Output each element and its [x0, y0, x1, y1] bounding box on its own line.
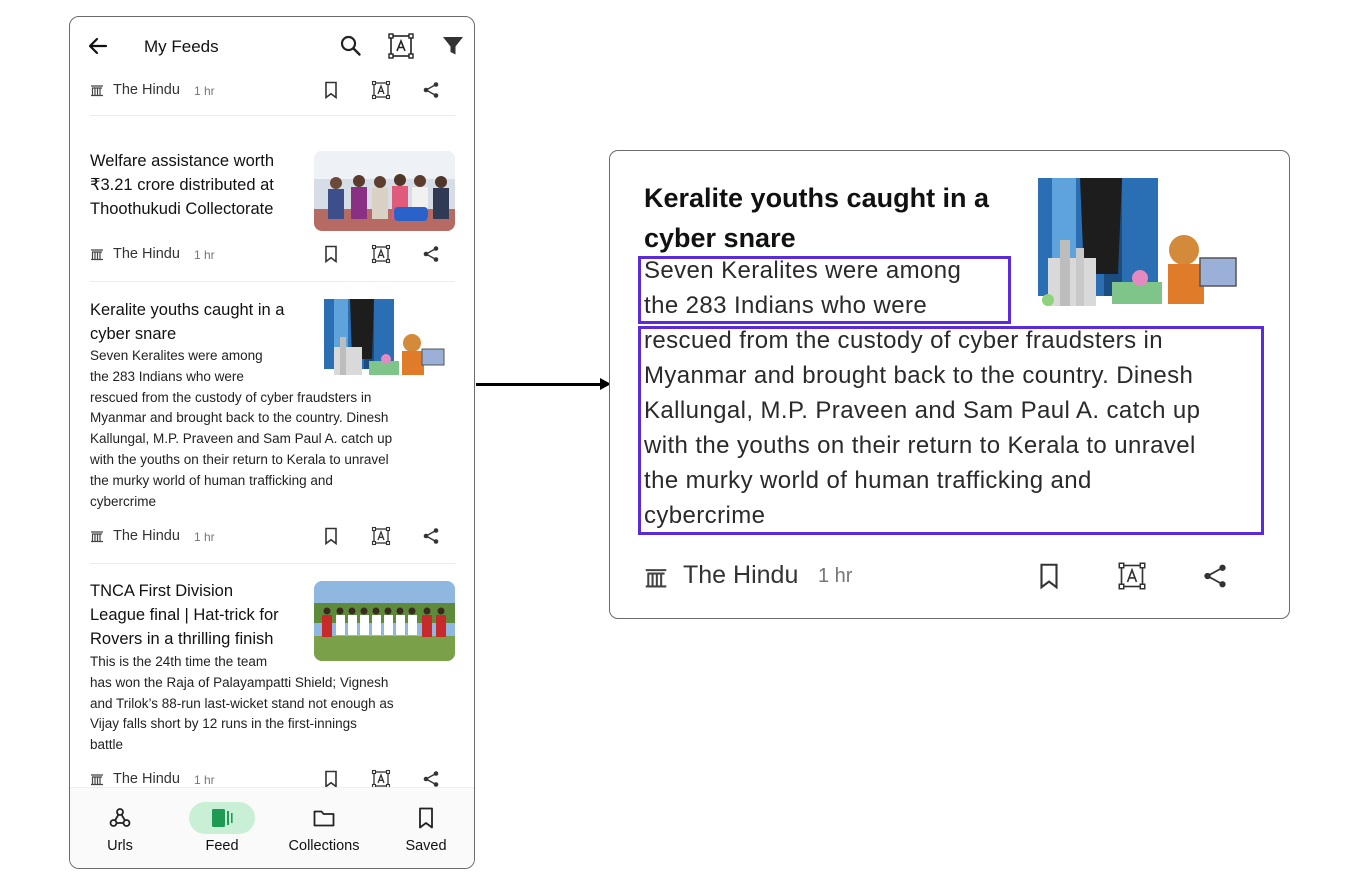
nav-item-collections[interactable]: Collections: [274, 788, 374, 868]
timestamp: 1 hr: [194, 773, 215, 787]
newspaper-source-icon: [91, 774, 103, 786]
share-icon[interactable]: [421, 80, 441, 100]
source-name: The Hindu: [113, 82, 180, 98]
nav-label: Saved: [405, 838, 447, 854]
divider: [90, 115, 455, 116]
article-headline[interactable]: Keralite youths caught in a cyber snare: [90, 298, 305, 346]
callout-arrow-line: [476, 383, 601, 386]
filter-icon[interactable]: [440, 33, 466, 59]
text-scan-icon[interactable]: [371, 244, 391, 264]
timestamp: 1 hr: [194, 84, 215, 98]
share-icon[interactable]: [421, 526, 441, 546]
nav-item-urls[interactable]: Urls: [70, 788, 170, 868]
feed-item-meta: The Hindu 1 hr: [90, 525, 440, 549]
text-scan-icon[interactable]: [371, 80, 391, 100]
nav-item-feed[interactable]: Feed: [172, 788, 272, 868]
share-icon[interactable]: [421, 769, 441, 789]
highlight-box-wrapped-text: [638, 256, 1011, 324]
article-thumbnail[interactable]: [314, 581, 455, 661]
article-headline[interactable]: TNCA First Division League final | Hat-t…: [90, 579, 305, 651]
article-headline[interactable]: Welfare assistance worth ₹3.21 crore dis…: [90, 149, 305, 221]
page-title: My Feeds: [144, 37, 219, 56]
text-scan-icon[interactable]: [388, 33, 414, 59]
zoomed-article-card: Keralite youths caught in a cyber snare …: [609, 150, 1290, 619]
share-icon[interactable]: [1200, 561, 1230, 591]
bookmark-icon: [419, 807, 433, 829]
nav-label: Collections: [288, 838, 360, 854]
source-name: The Hindu: [113, 246, 180, 262]
divider: [90, 563, 455, 564]
text-scan-icon[interactable]: [1117, 561, 1147, 591]
newspaper-source-icon: [645, 569, 667, 588]
feed-item-meta: The Hindu 1 hr: [90, 79, 440, 103]
text-scan-icon[interactable]: [371, 769, 391, 789]
feed-list: The Hindu 1 hr Welfare assistance worth …: [70, 75, 474, 791]
phone-screen: My Feeds The Hindu 1 hr Welfare assistan…: [69, 16, 475, 869]
nav-label: Urls: [107, 838, 133, 854]
source-name: The Hindu: [113, 771, 180, 787]
newspaper-source-icon: [91, 249, 103, 261]
search-icon[interactable]: [338, 33, 364, 59]
webhook-icon: [109, 808, 131, 827]
back-arrow-icon[interactable]: [86, 34, 110, 58]
zoomed-headline: Keralite youths caught in a cyber snare: [644, 183, 990, 253]
bookmark-icon[interactable]: [1034, 561, 1064, 591]
article-thumbnail[interactable]: [314, 299, 455, 379]
newspaper-source-icon: [91, 85, 103, 97]
zoomed-thumbnail: [1018, 178, 1256, 311]
feed-item-meta: The Hindu 1 hr: [90, 243, 440, 267]
nav-item-saved[interactable]: Saved: [376, 788, 474, 868]
timestamp: 1 hr: [194, 248, 215, 262]
divider: [90, 281, 455, 282]
source-name: The Hindu: [113, 528, 180, 544]
highlight-box-full-width-text: [638, 326, 1264, 535]
article-summary: This is the 24th time the team has won t…: [90, 654, 394, 753]
timestamp: 1 hr: [194, 530, 215, 544]
timestamp: 1 hr: [818, 565, 853, 587]
text-scan-icon[interactable]: [371, 526, 391, 546]
nav-label: Feed: [205, 838, 239, 854]
bookmark-icon[interactable]: [321, 526, 341, 546]
feed-icon: [212, 809, 233, 827]
bookmark-icon[interactable]: [321, 769, 341, 789]
bottom-navigation: Urls Feed Collections Saved: [70, 787, 474, 868]
top-app-bar: My Feeds: [70, 17, 474, 75]
folder-icon: [313, 810, 335, 827]
newspaper-source-icon: [91, 531, 103, 543]
bookmark-icon[interactable]: [321, 244, 341, 264]
source-name: The Hindu: [683, 561, 799, 589]
bookmark-icon[interactable]: [321, 80, 341, 100]
share-icon[interactable]: [421, 244, 441, 264]
article-thumbnail[interactable]: [314, 151, 455, 231]
